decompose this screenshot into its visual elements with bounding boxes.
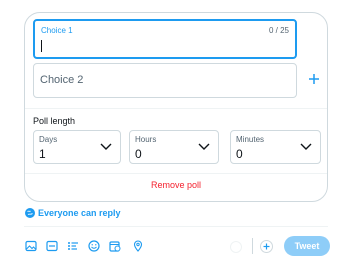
minutes-select[interactable]: Minutes 0 (230, 130, 321, 164)
image-icon[interactable] (25, 240, 37, 252)
minutes-value: 0 (236, 147, 243, 161)
choice-2-field[interactable]: Choice 2 (33, 63, 297, 98)
divider (25, 108, 327, 109)
hours-select[interactable]: Hours 0 (129, 130, 219, 164)
poll-icon[interactable] (67, 240, 79, 252)
add-choice-button[interactable] (306, 72, 322, 88)
globe-icon (25, 208, 35, 218)
poll-card: Choice 1 0 / 25 Choice 2 Poll length Day… (24, 12, 328, 202)
emoji-icon[interactable] (88, 240, 100, 252)
add-tweet-button[interactable] (260, 240, 273, 253)
tweet-button[interactable]: Tweet (284, 236, 330, 256)
days-label: Days (39, 135, 58, 144)
divider (25, 173, 327, 174)
schedule-icon[interactable] (109, 240, 121, 252)
divider (24, 226, 328, 227)
hours-label: Hours (135, 135, 157, 144)
minutes-label: Minutes (236, 135, 265, 144)
days-value: 1 (39, 147, 46, 161)
character-counter-ring (230, 241, 242, 253)
poll-length-label: Poll length (33, 116, 76, 126)
reply-setting-label: Everyone can reply (38, 208, 121, 218)
choice-1-counter: 0 / 25 (268, 26, 289, 35)
chevron-down-icon (100, 143, 112, 150)
choice-1-label: Choice 1 (41, 26, 73, 35)
reply-setting-button[interactable]: Everyone can reply (25, 208, 121, 218)
tweet-composer: Choice 1 0 / 25 Choice 2 Poll length Day… (0, 0, 350, 268)
hours-value: 0 (135, 147, 142, 161)
remove-poll-button[interactable]: Remove poll (25, 180, 327, 190)
divider (252, 238, 253, 254)
days-select[interactable]: Days 1 (33, 130, 121, 164)
location-icon[interactable] (132, 240, 144, 252)
plus-icon (263, 243, 270, 250)
text-caret (41, 40, 42, 52)
chevron-down-icon (300, 143, 312, 150)
choice-1-field[interactable]: Choice 1 0 / 25 (33, 19, 297, 59)
plus-icon (309, 74, 319, 84)
gif-icon[interactable] (46, 240, 58, 252)
chevron-down-icon (198, 143, 210, 150)
choice-2-placeholder: Choice 2 (40, 74, 84, 86)
